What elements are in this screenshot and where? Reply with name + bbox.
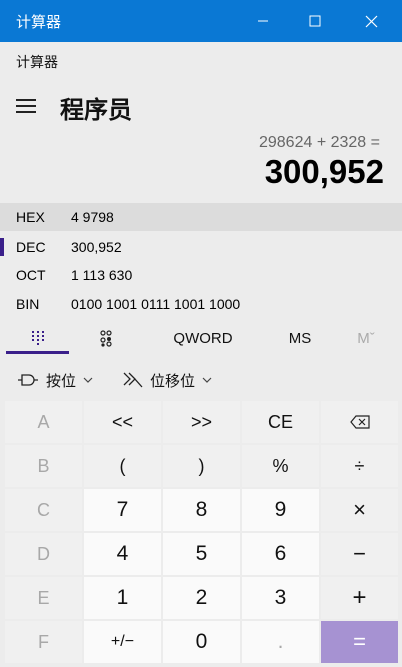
key-1[interactable]: 1 bbox=[84, 577, 161, 619]
maximize-button[interactable] bbox=[292, 0, 338, 42]
maximize-icon bbox=[309, 15, 321, 27]
tab-bit-toggle[interactable] bbox=[86, 322, 126, 354]
minimize-icon bbox=[258, 20, 268, 22]
key-add[interactable]: + bbox=[321, 577, 398, 619]
chevron-down-icon bbox=[83, 377, 93, 383]
radix-row-dec[interactable]: DEC 300,952 bbox=[0, 233, 402, 261]
radix-label: OCT bbox=[16, 267, 46, 283]
word-size-button[interactable]: QWORD bbox=[166, 322, 240, 354]
window-title: 计算器 bbox=[16, 14, 62, 31]
key-decimal[interactable]: . bbox=[242, 621, 319, 663]
key-9[interactable]: 9 bbox=[242, 489, 319, 531]
key-6[interactable]: 6 bbox=[242, 533, 319, 575]
bitwise-dropdown[interactable]: 按位 bbox=[16, 364, 94, 396]
result-display[interactable]: 300,952 bbox=[265, 153, 384, 191]
radix-value: 300,952 bbox=[71, 239, 122, 255]
key-close-paren[interactable]: ) bbox=[163, 445, 240, 487]
bitwise-label: 按位 bbox=[46, 372, 77, 390]
keypad-tabs: QWORD MS Mˇ bbox=[0, 322, 402, 354]
memory-recall-button[interactable]: Mˇ bbox=[346, 322, 386, 354]
expression-display: 298624 + 2328 = bbox=[258, 134, 380, 151]
hamburger-icon-line bbox=[16, 111, 36, 113]
key-7[interactable]: 7 bbox=[84, 489, 161, 531]
backspace-icon bbox=[349, 415, 370, 429]
key-multiply[interactable]: × bbox=[321, 489, 398, 531]
key-0[interactable]: 0 bbox=[163, 621, 240, 663]
chevron-down-icon bbox=[202, 377, 212, 383]
key-3[interactable]: 3 bbox=[242, 577, 319, 619]
minimize-button[interactable] bbox=[240, 0, 286, 42]
tab-underline bbox=[6, 351, 69, 354]
key-c[interactable]: C bbox=[5, 489, 82, 531]
key-f[interactable]: F bbox=[5, 621, 82, 663]
key-subtract[interactable]: − bbox=[321, 533, 398, 575]
full-keypad-icon bbox=[31, 331, 44, 345]
key-divide[interactable]: ÷ bbox=[321, 445, 398, 487]
key-backspace[interactable] bbox=[321, 401, 398, 443]
hamburger-icon-line bbox=[16, 105, 36, 107]
key-2[interactable]: 2 bbox=[163, 577, 240, 619]
title-bar: 计算器 bbox=[0, 0, 402, 42]
hamburger-icon bbox=[16, 99, 36, 101]
selected-indicator bbox=[0, 238, 4, 256]
key-b[interactable]: B bbox=[5, 445, 82, 487]
keypad: A << >> CE B ( ) % ÷ C 7 8 9 × D 4 5 6 −… bbox=[5, 401, 398, 663]
radix-label: HEX bbox=[16, 209, 45, 225]
radix-value: 0100 1001 0111 1001 1000 bbox=[71, 296, 241, 312]
app-header-label: 计算器 bbox=[16, 54, 58, 70]
key-right-shift[interactable]: >> bbox=[163, 401, 240, 443]
bit-toggle-icon bbox=[100, 330, 112, 347]
close-button[interactable] bbox=[348, 0, 394, 42]
bit-shift-icon bbox=[123, 372, 143, 388]
key-d[interactable]: D bbox=[5, 533, 82, 575]
operations-bar: 按位 位移位 bbox=[0, 364, 402, 396]
key-negate[interactable]: +/− bbox=[84, 621, 161, 663]
memory-store-button[interactable]: MS bbox=[278, 322, 322, 354]
bitshift-dropdown[interactable]: 位移位 bbox=[122, 364, 213, 396]
close-icon bbox=[365, 15, 377, 27]
key-modulo[interactable]: % bbox=[242, 445, 319, 487]
key-clear-entry[interactable]: CE bbox=[242, 401, 319, 443]
logic-gate-icon bbox=[18, 374, 38, 386]
radix-row-hex[interactable]: HEX 4 9798 bbox=[0, 203, 402, 231]
key-5[interactable]: 5 bbox=[163, 533, 240, 575]
key-8[interactable]: 8 bbox=[163, 489, 240, 531]
tab-full-keypad[interactable] bbox=[6, 322, 69, 354]
key-4[interactable]: 4 bbox=[84, 533, 161, 575]
key-a[interactable]: A bbox=[5, 401, 82, 443]
navigation-menu-button[interactable] bbox=[12, 92, 40, 120]
mode-title: 程序员 bbox=[60, 97, 132, 124]
radix-value: 4 9798 bbox=[71, 209, 114, 225]
radix-label: DEC bbox=[16, 239, 46, 255]
key-e[interactable]: E bbox=[5, 577, 82, 619]
radix-label: BIN bbox=[16, 296, 40, 312]
radix-value: 1 113 630 bbox=[71, 267, 133, 283]
radix-row-bin[interactable]: BIN 0100 1001 0111 1001 1000 bbox=[0, 290, 402, 318]
bitshift-label: 位移位 bbox=[150, 372, 196, 390]
radix-row-oct[interactable]: OCT 1 113 630 bbox=[0, 261, 402, 289]
key-equals[interactable]: = bbox=[321, 621, 398, 663]
key-open-paren[interactable]: ( bbox=[84, 445, 161, 487]
key-left-shift[interactable]: << bbox=[84, 401, 161, 443]
